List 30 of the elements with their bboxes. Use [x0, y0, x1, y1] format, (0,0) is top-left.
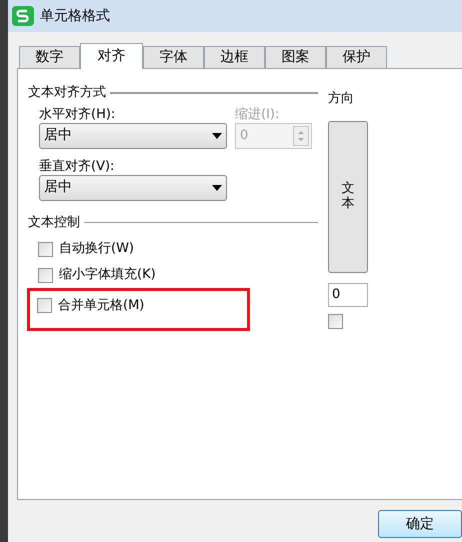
checkbox[interactable]: [328, 314, 343, 328]
dropdown[interactable]: 居中: [39, 122, 227, 148]
field-label: 水平对齐(H):: [39, 106, 116, 122]
tab[interactable]: 图案: [265, 46, 326, 68]
group-title: 文本对齐方式: [28, 84, 106, 102]
spin-arrows-icon: [293, 126, 309, 146]
tab[interactable]: 字体: [143, 46, 204, 68]
checkbox[interactable]: [37, 298, 52, 314]
tab[interactable]: 对齐: [80, 43, 143, 69]
checkbox[interactable]: [38, 242, 53, 256]
checkbox-label: 合并单元格(M): [58, 297, 144, 315]
ok-button[interactable]: 确定: [378, 510, 462, 538]
checkbox-label: 缩小字体填充(K): [59, 266, 156, 284]
degrees-field[interactable]: 0: [328, 282, 368, 306]
tab[interactable]: 数字: [19, 46, 80, 68]
orientation-panel[interactable]: 文本: [328, 120, 368, 272]
tab[interactable]: 边框: [204, 46, 265, 68]
window-title: 单元格格式: [40, 6, 110, 26]
field-label: 垂直对齐(V):: [39, 158, 116, 174]
group-title: 方向: [328, 90, 355, 108]
checkbox[interactable]: [38, 268, 53, 282]
field-label: 缩进(I):: [235, 106, 280, 122]
caret-icon: [212, 184, 222, 190]
caret-icon: [212, 132, 222, 138]
group-title: 文本控制: [28, 214, 80, 232]
dropdown[interactable]: 居中: [39, 174, 227, 200]
vertical-text: 文本: [342, 182, 354, 211]
checkbox-label: 自动换行(W): [59, 240, 134, 258]
tab[interactable]: 保护: [326, 46, 387, 68]
app-logo-icon: [12, 6, 34, 26]
